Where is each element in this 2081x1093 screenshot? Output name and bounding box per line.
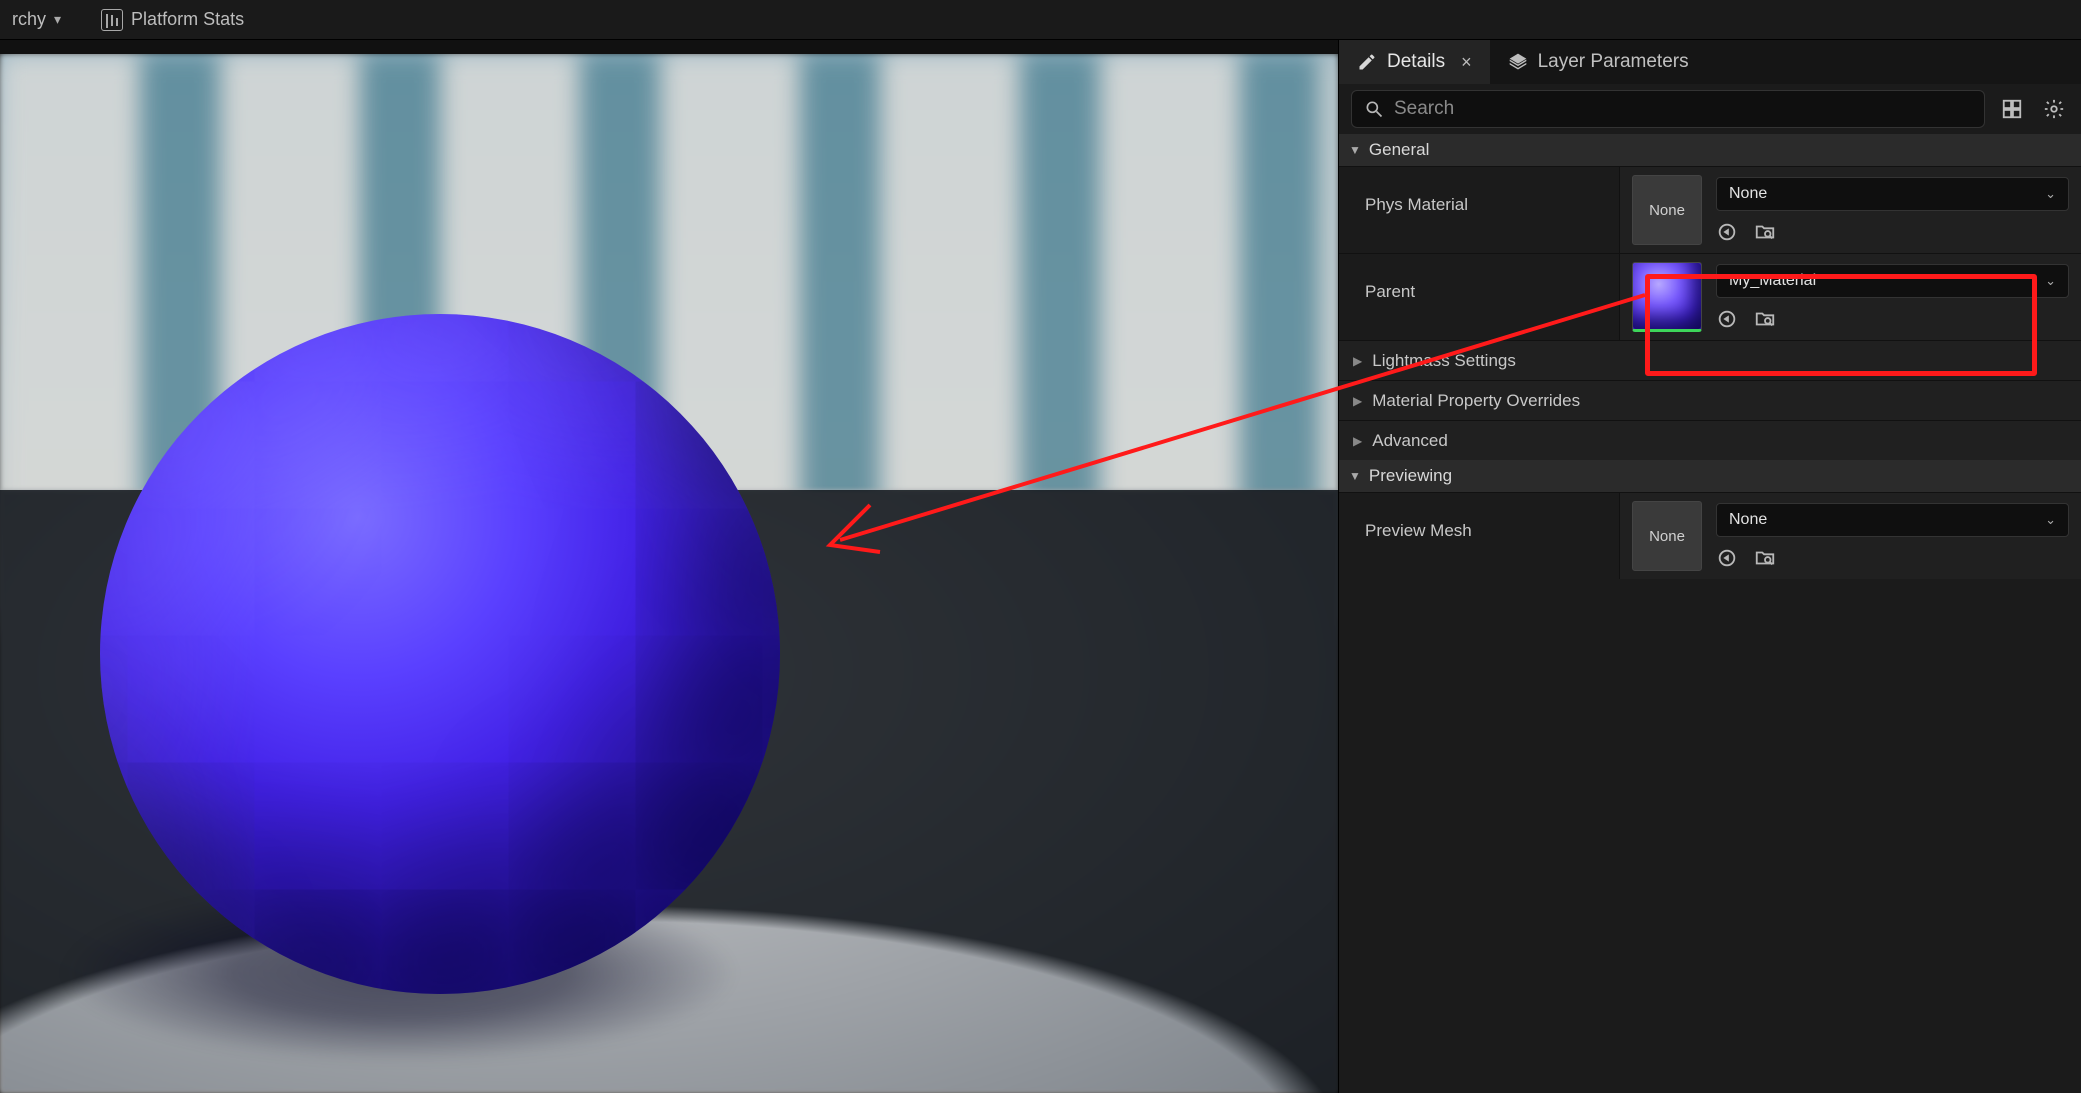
browse-icon[interactable] xyxy=(1754,547,1776,569)
material-preview-viewport[interactable] xyxy=(0,40,1338,1093)
section-advanced-label: Advanced xyxy=(1372,431,1448,451)
main-row: Details × Layer Parameters ▼ Gen xyxy=(0,40,2081,1093)
preview-sphere xyxy=(100,314,780,994)
platform-stats-label: Platform Stats xyxy=(131,9,244,30)
tab-details[interactable]: Details × xyxy=(1339,40,1490,84)
tab-layer-parameters[interactable]: Layer Parameters xyxy=(1490,40,1707,84)
prop-phys-material-value: None None ⌄ xyxy=(1619,167,2081,253)
chevron-right-icon: ▶ xyxy=(1353,354,1362,368)
chevron-down-icon: ▼ xyxy=(1349,469,1361,483)
chevron-right-icon: ▶ xyxy=(1353,394,1362,408)
preview-scene xyxy=(0,54,1338,1093)
section-general-label: General xyxy=(1369,140,1429,160)
prop-parent-value: My_Material ⌄ ↺ xyxy=(1619,254,2081,340)
chevron-down-icon: ⌄ xyxy=(2045,186,2056,202)
close-icon[interactable]: × xyxy=(1461,52,1472,73)
hierarchy-label: rchy xyxy=(12,9,46,30)
chevron-down-icon: ⌄ xyxy=(2045,273,2056,289)
prop-parent: Parent My_Material ⌄ ↺ xyxy=(1339,253,2081,340)
section-previewing-label: Previewing xyxy=(1369,466,1452,486)
phys-material-value-text: None xyxy=(1729,185,1767,203)
use-selected-icon[interactable] xyxy=(1716,221,1738,243)
tab-layer-parameters-label: Layer Parameters xyxy=(1538,51,1689,73)
search-row xyxy=(1339,84,2081,134)
chevron-right-icon: ▶ xyxy=(1353,434,1362,448)
browse-icon[interactable] xyxy=(1754,308,1776,330)
preview-mesh-value-text: None xyxy=(1729,511,1767,529)
section-lightmass[interactable]: ▶ Lightmass Settings xyxy=(1339,340,2081,380)
tab-details-label: Details xyxy=(1387,51,1445,73)
prop-phys-material: Phys Material None None ⌄ xyxy=(1339,166,2081,253)
prop-preview-mesh-label: Preview Mesh xyxy=(1339,493,1619,579)
view-options-icon[interactable] xyxy=(1997,94,2027,124)
section-advanced[interactable]: ▶ Advanced xyxy=(1339,420,2081,460)
parent-dropdown[interactable]: My_Material ⌄ xyxy=(1716,264,2069,298)
chevron-down-icon: ⌄ xyxy=(2045,512,2056,528)
prop-phys-material-label: Phys Material xyxy=(1339,167,1619,253)
section-previewing[interactable]: ▼ Previewing xyxy=(1339,460,2081,492)
panel-tabs: Details × Layer Parameters xyxy=(1339,40,2081,84)
top-toolbar: rchy ▾ Platform Stats xyxy=(0,0,2081,40)
chevron-down-icon: ▾ xyxy=(54,11,61,28)
search-icon xyxy=(1364,99,1384,119)
pencil-icon xyxy=(1357,52,1377,72)
thumbnail-none[interactable]: None xyxy=(1632,501,1702,571)
search-input[interactable] xyxy=(1394,98,1972,120)
section-lightmass-label: Lightmass Settings xyxy=(1372,351,1516,371)
thumbnail-none[interactable]: None xyxy=(1632,175,1702,245)
platform-stats-button[interactable]: Platform Stats xyxy=(93,5,252,35)
settings-icon[interactable] xyxy=(2039,94,2069,124)
details-panel: Details × Layer Parameters ▼ Gen xyxy=(1338,40,2081,1093)
section-material-overrides-label: Material Property Overrides xyxy=(1372,391,1580,411)
section-general[interactable]: ▼ General xyxy=(1339,134,2081,166)
layers-icon xyxy=(1508,52,1528,72)
use-selected-icon[interactable] xyxy=(1716,547,1738,569)
phys-material-dropdown[interactable]: None ⌄ xyxy=(1716,177,2069,211)
prop-preview-mesh: Preview Mesh None None ⌄ xyxy=(1339,492,2081,579)
chevron-down-icon: ▼ xyxy=(1349,143,1361,157)
browse-icon[interactable] xyxy=(1754,221,1776,243)
use-selected-icon[interactable] xyxy=(1716,308,1738,330)
preview-mesh-dropdown[interactable]: None ⌄ xyxy=(1716,503,2069,537)
search-box[interactable] xyxy=(1351,90,1985,128)
hierarchy-dropdown[interactable]: rchy ▾ xyxy=(4,5,69,34)
parent-value-text: My_Material xyxy=(1729,272,1816,290)
prop-preview-mesh-value: None None ⌄ xyxy=(1619,493,2081,579)
section-material-overrides[interactable]: ▶ Material Property Overrides xyxy=(1339,380,2081,420)
stats-icon xyxy=(101,9,123,31)
prop-parent-label: Parent xyxy=(1339,254,1619,340)
thumbnail-material[interactable] xyxy=(1632,262,1702,332)
